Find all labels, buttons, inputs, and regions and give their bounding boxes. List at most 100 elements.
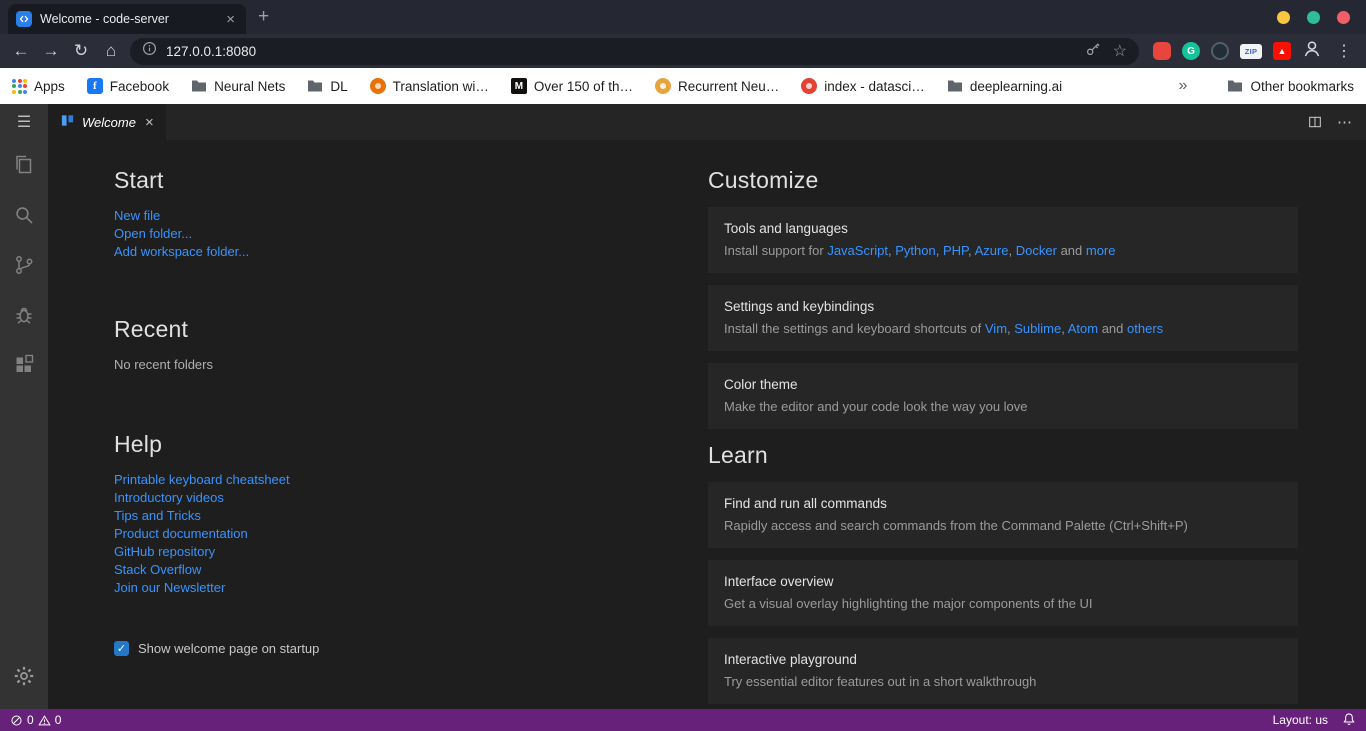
errors-count: 0 xyxy=(27,713,34,727)
bookmark-medium-article[interactable]: M Over 150 of th… xyxy=(510,78,633,94)
password-key-icon[interactable] xyxy=(1085,41,1101,62)
stack-overflow-link[interactable]: Stack Overflow xyxy=(114,561,201,579)
product-documentation-link[interactable]: Product documentation xyxy=(114,525,248,543)
inline-link[interactable]: more xyxy=(1086,243,1116,258)
tab-close-icon[interactable]: × xyxy=(143,114,156,131)
interactive-playground-card[interactable]: Interactive playground Try essential edi… xyxy=(708,638,1298,704)
card-title: Color theme xyxy=(724,377,798,392)
start-section: Start New file Open folder... Add worksp… xyxy=(114,166,708,261)
other-bookmarks-folder[interactable]: Other bookmarks xyxy=(1227,78,1354,95)
close-window-button[interactable] xyxy=(1337,10,1350,24)
address-bar[interactable]: 127.0.0.1:8080 ☆ xyxy=(130,37,1139,65)
home-button[interactable]: ⌂ xyxy=(96,37,126,65)
inline-link[interactable]: Atom xyxy=(1068,321,1098,336)
apps-grid-icon xyxy=(12,78,27,94)
screen: Welcome - code-server × + ← → ↻ ⌂ 127.0.… xyxy=(0,0,1366,731)
settings-keybindings-card[interactable]: Settings and keybindings Install the set… xyxy=(708,285,1298,351)
inline-link[interactable]: Docker xyxy=(1016,243,1057,258)
card-desc: Rapidly access and search commands from … xyxy=(724,518,1188,533)
window-controls xyxy=(1277,0,1366,34)
apps-shortcut[interactable]: Apps xyxy=(12,78,65,94)
maximize-button[interactable] xyxy=(1307,10,1320,24)
search-icon[interactable] xyxy=(0,190,48,240)
adblock-extension-icon[interactable] xyxy=(1153,42,1171,60)
site-icon xyxy=(654,78,671,94)
introductory-videos-link[interactable]: Introductory videos xyxy=(114,489,224,507)
bookmark-index-datasci[interactable]: index - datasci… xyxy=(801,78,925,94)
github-repository-link[interactable]: GitHub repository xyxy=(114,543,215,561)
more-actions-icon[interactable]: ⋯ xyxy=(1337,113,1352,131)
tips-and-tricks-link[interactable]: Tips and Tricks xyxy=(114,507,201,525)
forward-button[interactable]: → xyxy=(36,37,66,65)
browser-tab[interactable]: Welcome - code-server × xyxy=(8,4,246,34)
bookmark-star-icon[interactable]: ☆ xyxy=(1113,41,1127,61)
profile-avatar[interactable] xyxy=(1302,39,1322,64)
split-editor-icon[interactable] xyxy=(1307,114,1323,130)
editor-actions: ⋯ xyxy=(1307,104,1366,140)
welcome-tab[interactable]: Welcome × xyxy=(48,104,166,140)
inline-link[interactable]: Azure xyxy=(975,243,1009,258)
color-theme-card[interactable]: Color theme Make the editor and your cod… xyxy=(708,363,1298,429)
card-title: Tools and languages xyxy=(724,221,848,236)
add-workspace-folder-link[interactable]: Add workspace folder... xyxy=(114,243,249,261)
settings-gear-icon[interactable] xyxy=(0,651,48,701)
bookmark-folder-dl[interactable]: DL xyxy=(307,78,348,95)
inline-link[interactable]: Python xyxy=(895,243,935,258)
join-newsletter-link[interactable]: Join our Newsletter xyxy=(114,579,225,597)
back-button[interactable]: ← xyxy=(6,37,36,65)
tab-close-icon[interactable]: × xyxy=(223,12,238,27)
inline-link[interactable]: Sublime xyxy=(1014,321,1061,336)
problems-indicator[interactable]: 0 0 xyxy=(10,713,61,727)
find-commands-card[interactable]: Find and run all commands Rapidly access… xyxy=(708,482,1298,548)
customize-heading: Customize xyxy=(708,167,819,193)
url-text[interactable]: 127.0.0.1:8080 xyxy=(166,44,1076,59)
inline-link[interactable]: JavaScript xyxy=(827,243,888,258)
notifications-bell-icon[interactable] xyxy=(1342,712,1356,729)
browser-toolbar: ← → ↻ ⌂ 127.0.0.1:8080 ☆ G ZIP ▲ ⋮ xyxy=(0,34,1366,68)
bookmark-folder-deeplearning[interactable]: deeplearning.ai xyxy=(947,78,1062,95)
inline-link[interactable]: others xyxy=(1127,321,1163,336)
inline-link[interactable]: PHP xyxy=(943,243,968,258)
new-file-link[interactable]: New file xyxy=(114,207,160,225)
dark-reader-extension-icon[interactable] xyxy=(1211,42,1229,60)
open-folder-link[interactable]: Open folder... xyxy=(114,225,192,243)
inline-link[interactable]: Vim xyxy=(985,321,1007,336)
bookmark-translation[interactable]: Translation wi… xyxy=(369,78,489,94)
show-welcome-label[interactable]: Show welcome page on startup xyxy=(138,641,319,656)
grammarly-extension-icon[interactable]: G xyxy=(1182,42,1200,60)
bookmark-facebook[interactable]: f Facebook xyxy=(86,78,169,94)
bookmarks-overflow-icon[interactable]: » xyxy=(1175,77,1192,95)
card-desc: Try essential editor features out in a s… xyxy=(724,674,1037,689)
keyboard-cheatsheet-link[interactable]: Printable keyboard cheatsheet xyxy=(114,471,290,489)
source-control-icon[interactable] xyxy=(0,240,48,290)
card-title: Settings and keybindings xyxy=(724,299,875,314)
folder-icon xyxy=(307,78,323,95)
learn-heading: Learn xyxy=(708,442,768,468)
keyboard-layout-indicator[interactable]: Layout: us xyxy=(1273,713,1328,727)
zip-extension-icon[interactable]: ZIP xyxy=(1240,43,1262,59)
bookmark-folder-neural-nets[interactable]: Neural Nets xyxy=(191,78,285,95)
help-heading: Help xyxy=(114,431,163,457)
tools-languages-card[interactable]: Tools and languages Install support for … xyxy=(708,207,1298,273)
browser-menu-icon[interactable]: ⋮ xyxy=(1328,41,1360,61)
site-info-icon[interactable] xyxy=(142,41,157,61)
minimize-button[interactable] xyxy=(1277,10,1290,24)
explorer-icon[interactable] xyxy=(0,140,48,190)
recent-section: Recent No recent folders xyxy=(114,315,708,374)
extensions-icon[interactable] xyxy=(0,340,48,390)
menu-hamburger-icon[interactable]: ☰ xyxy=(0,104,48,140)
pdf-extension-icon[interactable]: ▲ xyxy=(1273,42,1291,60)
flame-icon xyxy=(369,78,386,94)
recent-heading: Recent xyxy=(114,316,189,342)
debug-icon[interactable] xyxy=(0,290,48,340)
welcome-left-column: Start New file Open folder... Add worksp… xyxy=(114,166,708,709)
extensions-row: G ZIP ▲ xyxy=(1147,39,1328,64)
reload-button[interactable]: ↻ xyxy=(66,37,96,65)
bookmark-recurrent[interactable]: Recurrent Neu… xyxy=(654,78,779,94)
show-welcome-checkbox[interactable]: ✓ xyxy=(114,641,129,656)
card-desc: Get a visual overlay highlighting the ma… xyxy=(724,596,1093,611)
card-title: Find and run all commands xyxy=(724,496,887,511)
errors-icon xyxy=(10,714,23,727)
new-tab-button[interactable]: + xyxy=(258,6,269,28)
interface-overview-card[interactable]: Interface overview Get a visual overlay … xyxy=(708,560,1298,626)
